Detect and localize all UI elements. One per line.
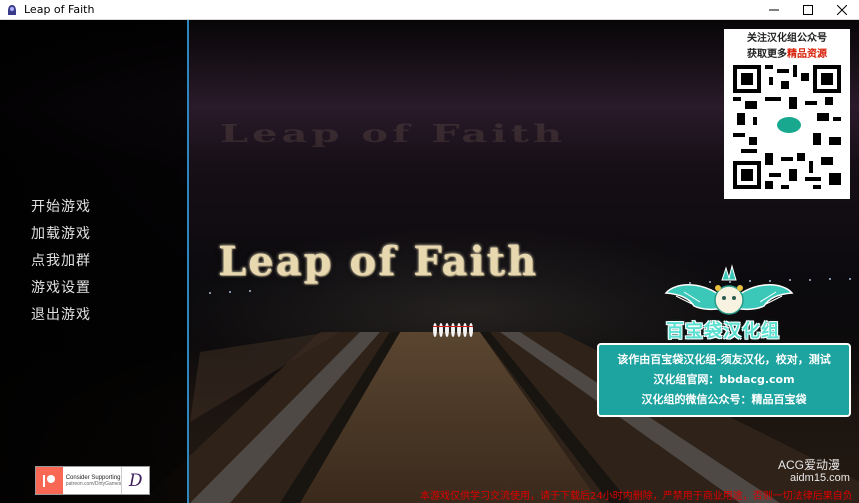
- main-menu: 开始游戏 加载游戏 点我加群 游戏设置 退出游戏: [31, 198, 91, 333]
- translation-info-box: 该作由百宝袋汉化组-须友汉化，校对，测试 汉化组官网：bbdacg.com 汉化…: [597, 343, 851, 417]
- window-title-bar: Leap of Faith: [0, 0, 859, 20]
- close-icon: [837, 5, 847, 15]
- maximize-button[interactable]: [791, 0, 825, 20]
- reflected-title: Leap of Faith: [220, 120, 567, 149]
- watermark-url: aidm15.com: [790, 472, 850, 484]
- qr-subcaption-highlight: 精品资源: [787, 49, 827, 60]
- window-title: Leap of Faith: [24, 3, 95, 16]
- info-wechat: 汉化组的微信公众号：精品百宝袋: [641, 393, 807, 406]
- window-controls: [757, 0, 859, 20]
- qr-caption: 关注汉化组公众号: [747, 33, 827, 44]
- disclaimer-text: 本游戏仅供学习交流使用，请于下载后24小时内删除，严禁用于商业用途，否则一切法律…: [420, 491, 853, 502]
- qr-subcaption-prefix: 获取更多: [747, 49, 787, 60]
- menu-item-load-game[interactable]: 加载游戏: [31, 225, 91, 252]
- watermark-brand: ACG爱动漫: [778, 458, 841, 472]
- patreon-icon: [36, 467, 63, 494]
- support-url: patreon.com/DirtyGames: [65, 480, 122, 487]
- developer-logo: D: [121, 467, 149, 494]
- panel-divider: [187, 20, 189, 503]
- main-menu-panel: [0, 20, 187, 503]
- app-icon: [8, 4, 16, 15]
- menu-item-settings[interactable]: 游戏设置: [31, 279, 91, 306]
- patreon-support-badge[interactable]: Consider Supporting patreon.com/DirtyGam…: [35, 466, 150, 495]
- info-website: 汉化组官网：bbdacg.com: [653, 373, 795, 386]
- bowling-pins: [433, 323, 473, 337]
- minimize-icon: [769, 9, 779, 11]
- support-text: Consider Supporting patreon.com/DirtyGam…: [66, 475, 122, 487]
- menu-item-quit-game[interactable]: 退出游戏: [31, 306, 91, 333]
- game-title-logo: Leap of Faith: [218, 238, 539, 285]
- maximize-icon: [803, 5, 813, 15]
- menu-item-join-group[interactable]: 点我加群: [31, 252, 91, 279]
- qr-code-icon: [733, 65, 841, 189]
- group-name-logo: 百宝袋汉化组: [666, 321, 780, 342]
- game-screen: Leap of Faith Leap of Faith 开始游戏 加载游戏 点我…: [0, 20, 859, 503]
- qr-code-card: 关注汉化组公众号 获取更多精品资源: [724, 29, 850, 199]
- menu-item-start-game[interactable]: 开始游戏: [31, 198, 91, 225]
- minimize-button[interactable]: [757, 0, 791, 20]
- close-button[interactable]: [825, 0, 859, 20]
- qr-subcaption: 获取更多精品资源: [724, 47, 850, 63]
- info-credits: 该作由百宝袋汉化组-须友汉化，校对，测试: [617, 353, 831, 366]
